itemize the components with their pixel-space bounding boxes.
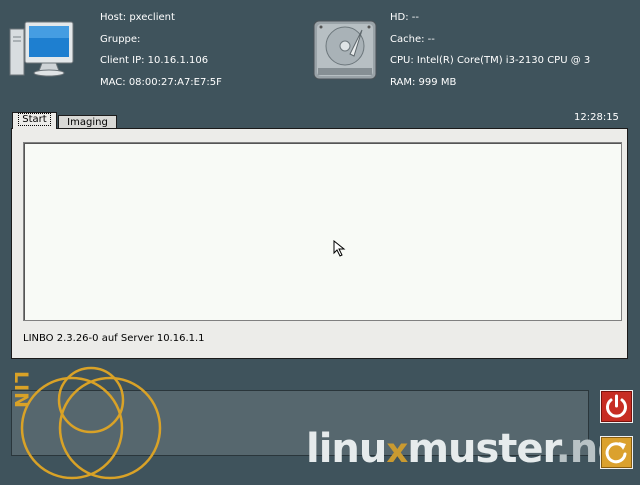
power-button[interactable]	[600, 390, 633, 423]
cache-label: Cache: --	[390, 34, 435, 45]
logo-text-end: muster	[407, 427, 556, 471]
group-label: Gruppe:	[100, 34, 141, 45]
linuxmuster-logo-text: linuxmuster.ne	[306, 427, 636, 471]
ram-label: RAM: 999 MB	[390, 77, 457, 88]
clock: 12:28:15	[574, 112, 619, 123]
output-area[interactable]	[23, 142, 622, 321]
lin-vertical-text: LIN	[10, 371, 32, 410]
status-line: LINBO 2.3.26-0 auf Server 10.16.1.1	[23, 333, 205, 344]
power-icon	[606, 394, 627, 418]
logo-text-x: x	[386, 431, 408, 471]
start-tab-panel: LINBO 2.3.26-0 auf Server 10.16.1.1	[11, 128, 628, 359]
reboot-button[interactable]	[600, 436, 633, 469]
computer-icon	[8, 19, 76, 83]
linbo-logo	[0, 340, 210, 485]
host-label: Host: pxeclient	[100, 12, 175, 23]
tab-imaging-label: Imaging	[67, 117, 108, 128]
mouse-cursor-icon	[333, 239, 349, 262]
logo-text-start: linu	[306, 427, 387, 471]
reboot-icon	[605, 442, 627, 464]
client-ip-label: Client IP: 10.16.1.106	[100, 55, 209, 66]
hard-disk-icon	[312, 18, 382, 86]
cpu-label: CPU: Intel(R) Core(TM) i3-2130 CPU @ 3	[390, 55, 590, 66]
mac-label: MAC: 08:00:27:A7:E7:5F	[100, 77, 222, 88]
tab-start[interactable]: Start	[12, 112, 57, 129]
tab-start-label: Start	[18, 113, 51, 126]
hd-label: HD: --	[390, 12, 419, 23]
